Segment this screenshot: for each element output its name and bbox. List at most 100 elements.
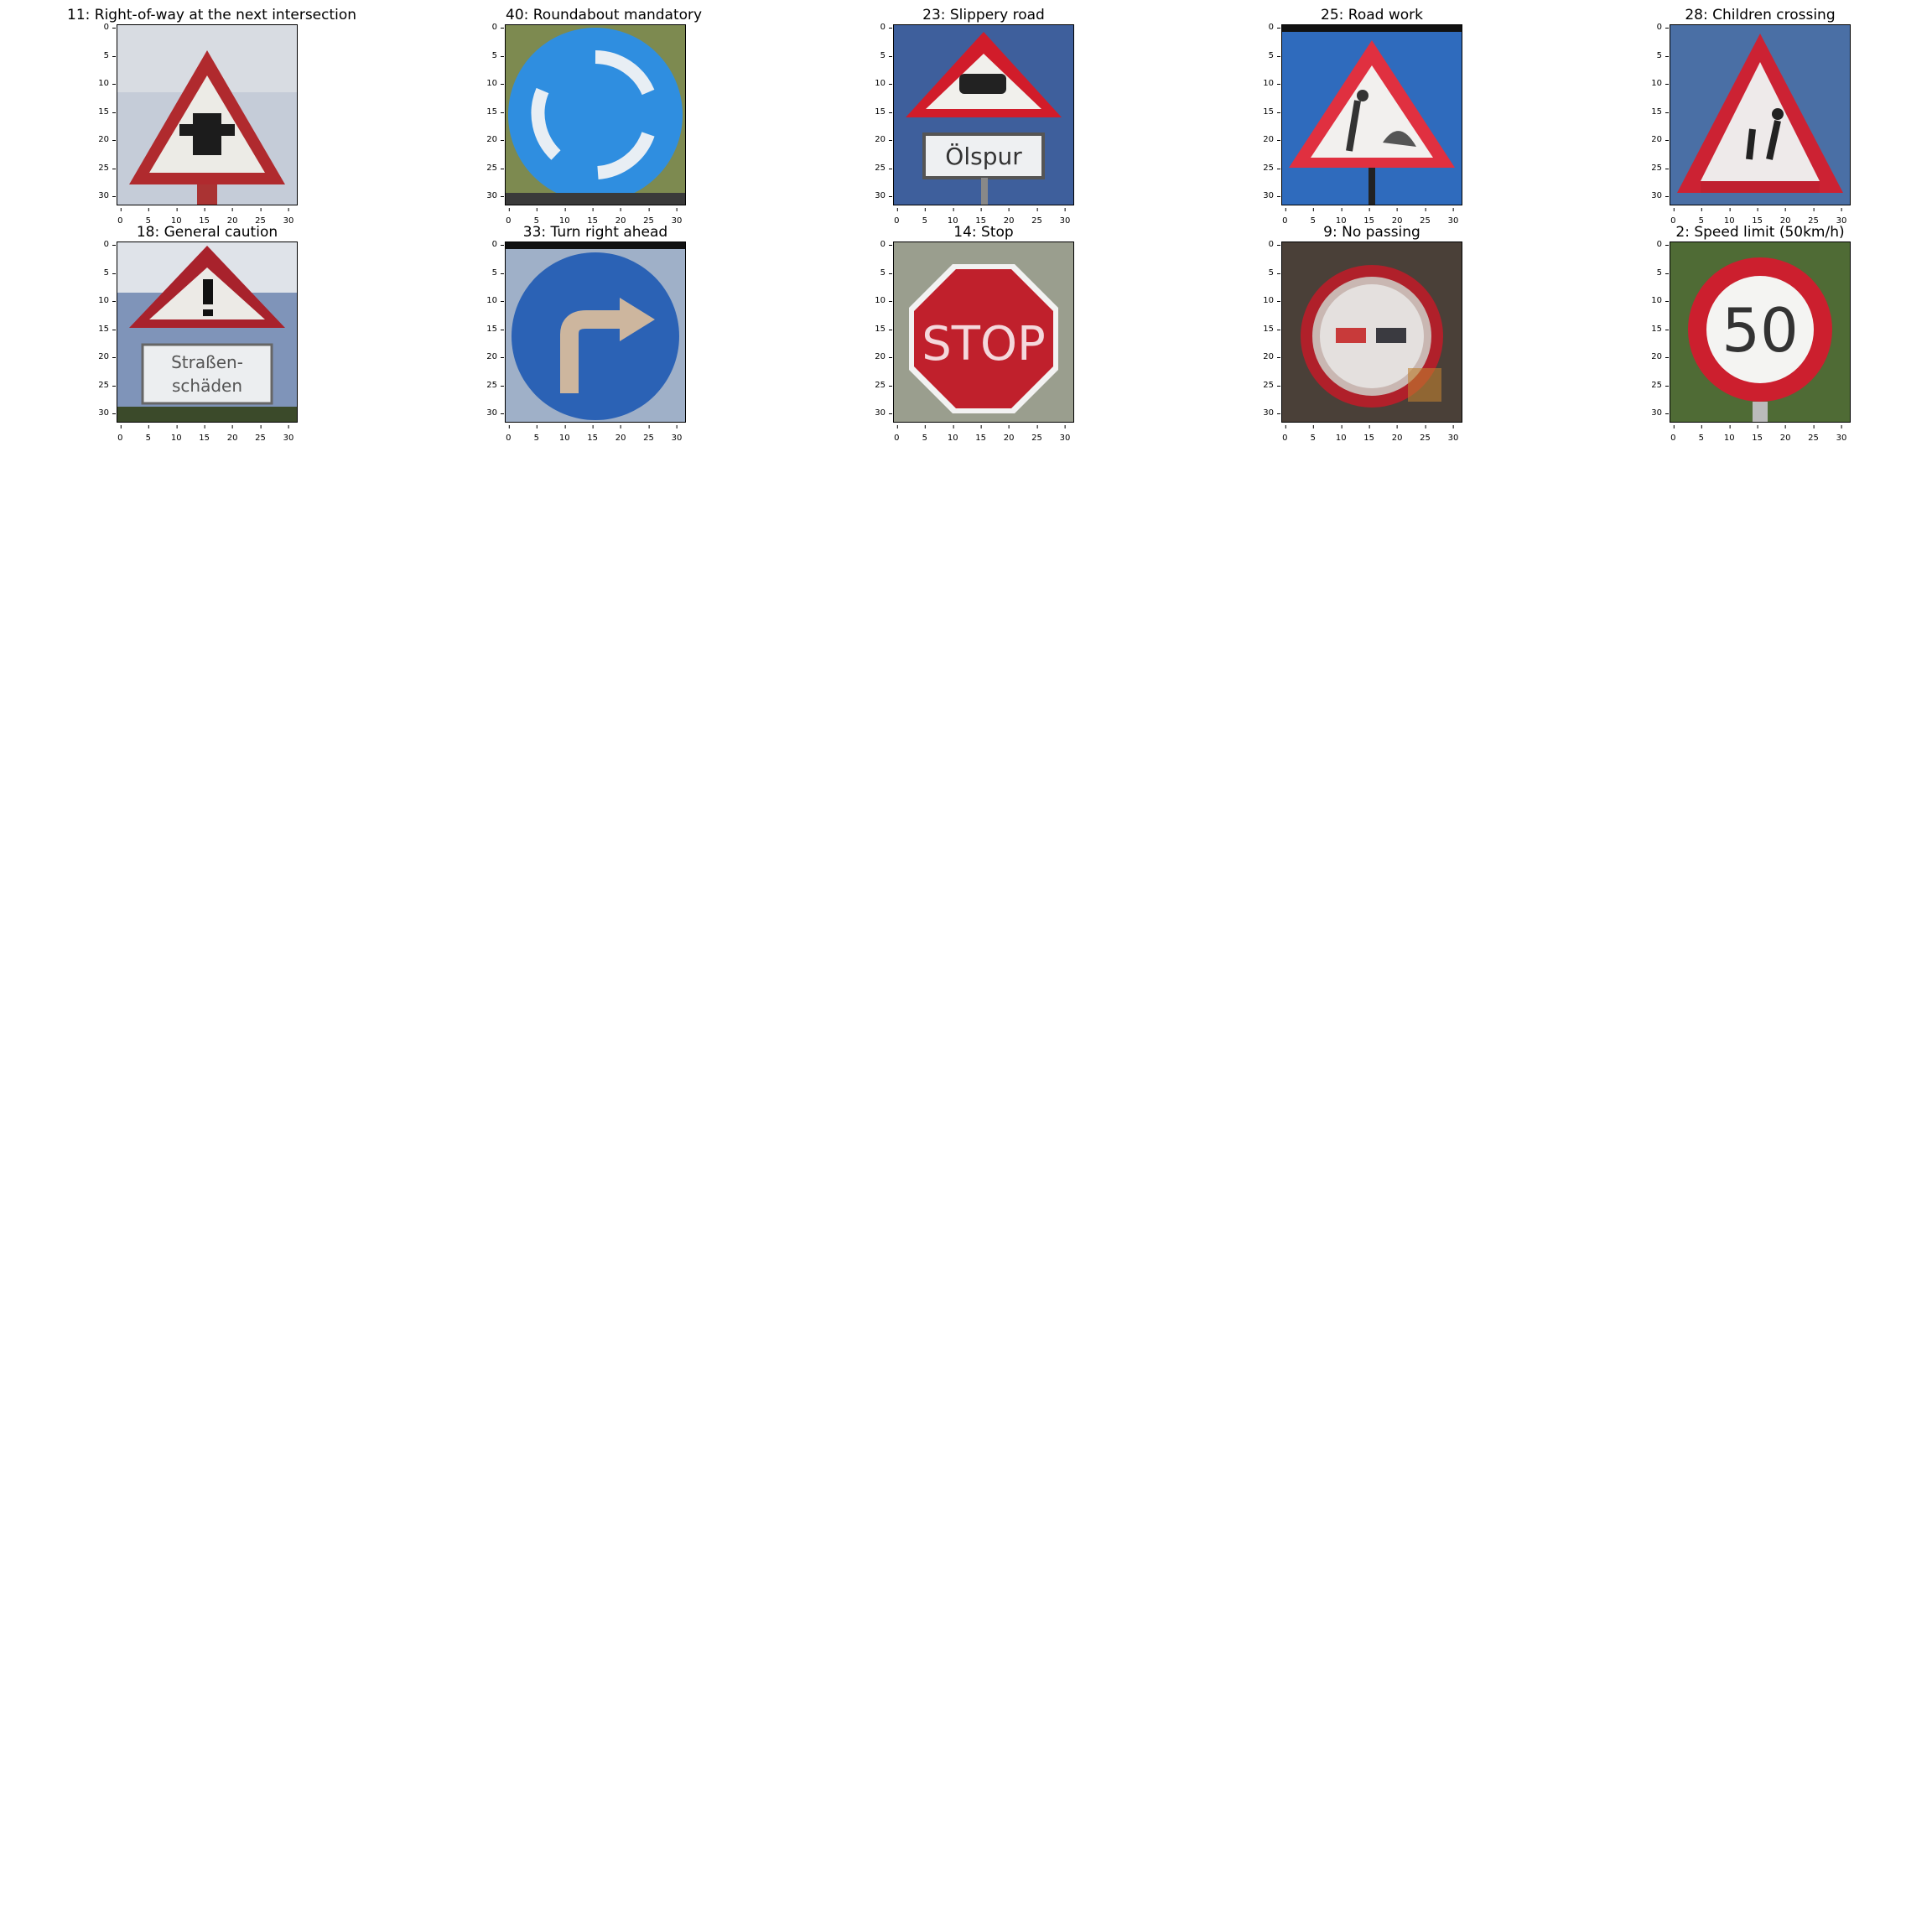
x-tick-label: 10 [947,425,958,443]
panel-title: 40: Roundabout mandatory [506,7,703,23]
y-tick-label: 15 [869,107,892,117]
y-tick-label: 5 [869,268,892,278]
y-tick-label: 0 [869,240,892,249]
x-tick-label: 30 [1447,425,1459,443]
y-tick-label: 25 [869,164,892,173]
x-tick-label: 15 [587,425,599,443]
y-tick-label: 20 [1645,352,1669,361]
x-tick-label: 30 [671,425,683,443]
x-tick-label: 25 [1808,425,1819,443]
y-tick-label: 20 [1257,135,1280,144]
x-tick-label: 0 [1670,425,1676,443]
y-tick-label: 15 [869,325,892,334]
y-tick-label: 15 [1257,107,1280,117]
y-tick-label: 15 [92,325,116,334]
y-tick-label: 0 [1645,240,1669,249]
y-tick-label: 0 [1257,23,1280,32]
y-tick-label: 5 [480,268,504,278]
y-tick-label: 5 [1257,268,1280,278]
y-tick-label: 25 [1257,381,1280,390]
panel-title: 2: Speed limit (50km/h) [1675,224,1845,241]
y-tick-label: 10 [1645,79,1669,88]
y-tick-label: 20 [1257,352,1280,361]
x-tick-label: 20 [1391,425,1403,443]
y-tick-label: 30 [869,191,892,200]
x-tick-label: 30 [1836,425,1847,443]
y-tick-label: 0 [480,240,504,249]
y-tick-label: 0 [1257,240,1280,249]
y-tick-label: 20 [869,135,892,144]
y-tick-label: 10 [1257,296,1280,305]
y-tick-label: 10 [869,79,892,88]
panel-title: 11: Right-of-way at the next intersectio… [67,7,357,23]
y-tick-label: 10 [92,79,116,88]
x-tick-label: 10 [1335,425,1347,443]
sign-image: 50 [1670,242,1851,423]
panel-title: 33: Turn right ahead [522,224,668,241]
y-tick-label: 5 [92,51,116,60]
y-tick-label: 30 [869,408,892,418]
y-tick-label: 0 [92,23,116,32]
x-tick-label: 15 [1752,425,1763,443]
y-tick-label: 30 [480,191,504,200]
x-tick-label: 10 [558,425,570,443]
y-tick-label: 25 [92,164,116,173]
x-tick-label: 5 [1698,425,1704,443]
y-tick-label: 30 [1257,408,1280,418]
y-tick-label: 25 [1645,164,1669,173]
y-tick-label: 0 [92,240,116,249]
x-tick-label: 5 [1310,425,1316,443]
x-tick-label: 25 [255,425,266,443]
sign-image [505,242,686,423]
y-tick-label: 25 [1257,164,1280,173]
sign-text: 50 [1722,295,1799,366]
sign-text: Ölspur [945,142,1022,170]
y-tick-label: 30 [92,191,116,200]
panel-title: 9: No passing [1323,224,1420,241]
traffic-sign-picture: STOP [894,242,1073,422]
sign-text: Straßen- [171,352,243,372]
y-tick-label: 10 [480,79,504,88]
x-tick-label: 20 [226,425,238,443]
x-tick-label: 25 [643,425,654,443]
y-tick-label: 20 [480,352,504,361]
traffic-sign-picture: 50 [1670,242,1850,422]
y-tick-label: 5 [480,51,504,60]
y-tick-label: 30 [92,408,116,418]
x-tick-label: 25 [1031,425,1042,443]
traffic-sign-picture [1282,25,1462,205]
traffic-sign-picture [1282,242,1462,422]
sign-image [1670,24,1851,205]
traffic-sign-picture: Straßen- schäden [117,242,297,422]
x-tick-label: 20 [1779,425,1791,443]
x-tick-label: 15 [1363,425,1375,443]
x-tick-label: 0 [1282,425,1288,443]
y-tick-label: 5 [869,51,892,60]
traffic-sign-picture [117,25,297,205]
y-tick-label: 15 [92,107,116,117]
y-tick-label: 25 [480,164,504,173]
y-tick-label: 30 [1645,191,1669,200]
y-tick-label: 25 [1645,381,1669,390]
x-tick-label: 20 [615,425,626,443]
y-tick-label: 15 [1645,107,1669,117]
y-tick-label: 0 [1645,23,1669,32]
x-tick-label: 15 [199,425,210,443]
y-tick-label: 20 [92,135,116,144]
panel-title: 18: General caution [136,224,278,241]
traffic-sign-picture [506,25,685,205]
sign-image: STOP [893,242,1074,423]
y-tick-label: 20 [92,352,116,361]
y-tick-label: 20 [1645,135,1669,144]
y-tick-label: 30 [1645,408,1669,418]
y-tick-label: 15 [1645,325,1669,334]
y-tick-label: 0 [480,23,504,32]
x-tick-label: 15 [975,425,987,443]
y-tick-label: 25 [92,381,116,390]
y-tick-label: 10 [480,296,504,305]
y-tick-label: 20 [480,135,504,144]
y-tick-label: 5 [1645,51,1669,60]
y-tick-label: 5 [92,268,116,278]
x-tick-label: 20 [1003,425,1015,443]
panel-title: 25: Road work [1321,7,1423,23]
